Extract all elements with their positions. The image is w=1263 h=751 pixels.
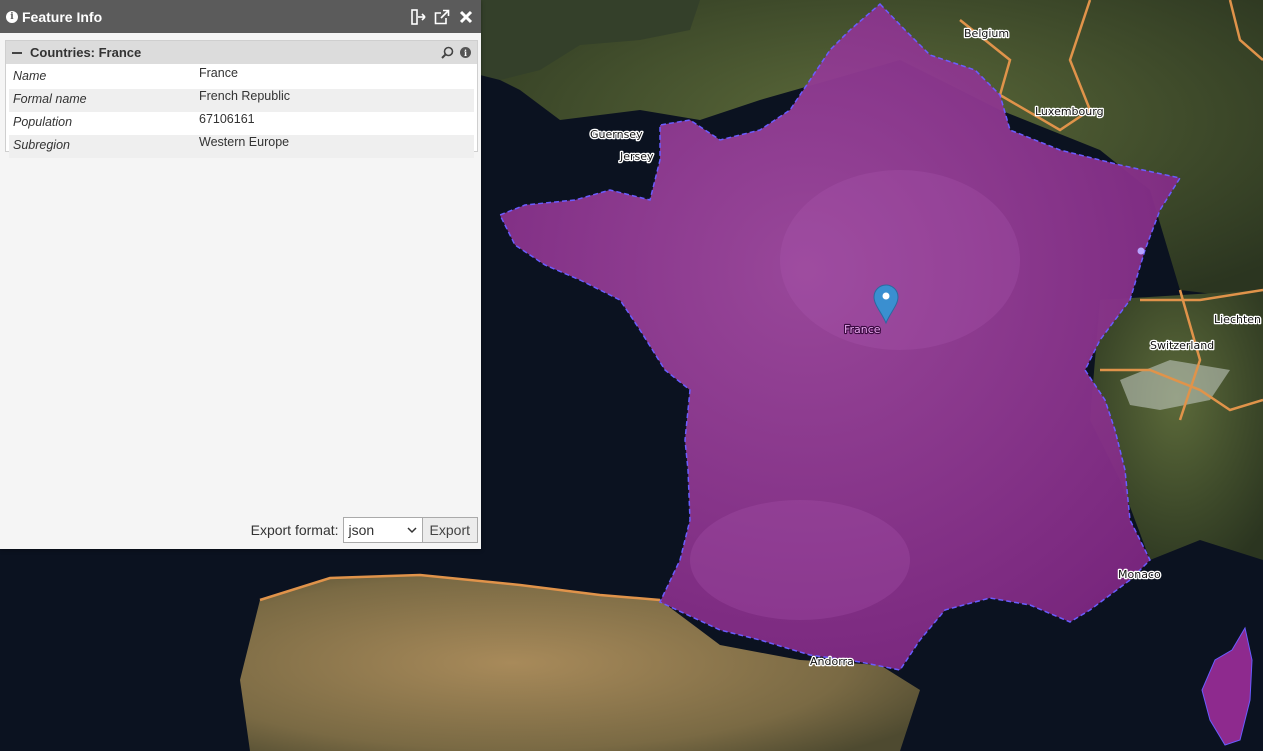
export-button[interactable]: Export: [422, 517, 478, 543]
collapse-icon[interactable]: [12, 51, 22, 54]
attr-key: Subregion: [9, 135, 195, 158]
label-guernsey: Guernsey: [590, 128, 643, 141]
table-row: Name France: [9, 66, 474, 89]
export-format-select[interactable]: json: [342, 517, 423, 543]
terrain-shade: [780, 170, 1020, 350]
attr-value: French Republic: [195, 89, 474, 112]
dock-icon: [411, 8, 426, 25]
table-row: Formal name French Republic: [9, 89, 474, 112]
table-row: Subregion Western Europe: [9, 135, 474, 158]
external-window-icon: [434, 9, 450, 24]
label-andorra: Andorra: [810, 655, 854, 668]
feature-group-title: Countries: France: [30, 45, 142, 60]
label-france: France: [844, 323, 881, 336]
map-point[interactable]: [1137, 247, 1145, 255]
table-row: Population 67106161: [9, 112, 474, 135]
close-panel-button[interactable]: [457, 8, 475, 26]
label-switzerland: Switzerland: [1150, 339, 1214, 352]
attribute-table: Name France Formal name French Republic …: [9, 66, 474, 158]
attr-value: France: [199, 66, 238, 80]
zoom-to-feature-icon[interactable]: [441, 46, 454, 59]
label-monaco: Monaco: [1118, 568, 1161, 581]
attr-value: 67106161: [199, 112, 255, 126]
feature-info-icon[interactable]: i: [460, 47, 471, 58]
feature-info-panel: i Feature Info Countries: France i Name …: [0, 0, 481, 549]
panel-title: Feature Info: [22, 8, 103, 25]
dock-panel-button[interactable]: [409, 8, 427, 26]
export-format-value: json: [348, 522, 375, 538]
attr-key: Formal name: [9, 89, 195, 112]
label-luxembourg: Luxembourg: [1035, 105, 1104, 118]
detach-panel-button[interactable]: [433, 8, 451, 26]
export-format-label: Export format:: [250, 522, 339, 538]
close-icon: [459, 10, 473, 23]
label-jersey: Jersey: [619, 150, 654, 163]
panel-header: i Feature Info: [0, 0, 481, 33]
terrain-shade: [690, 500, 910, 620]
attr-key: Name: [13, 69, 47, 83]
label-liechtenstein: Liechten: [1214, 313, 1261, 326]
feature-group-header: Countries: France i: [6, 41, 477, 64]
info-icon: i: [6, 10, 18, 23]
chevron-down-icon: [407, 527, 417, 534]
feature-group: Countries: France i Name France Formal n…: [5, 40, 478, 158]
attr-value: Western Europe: [195, 135, 474, 158]
export-controls: Export format: json Export: [251, 517, 478, 543]
label-belgium: Belgium: [964, 27, 1009, 40]
attr-key: Population: [13, 115, 73, 129]
